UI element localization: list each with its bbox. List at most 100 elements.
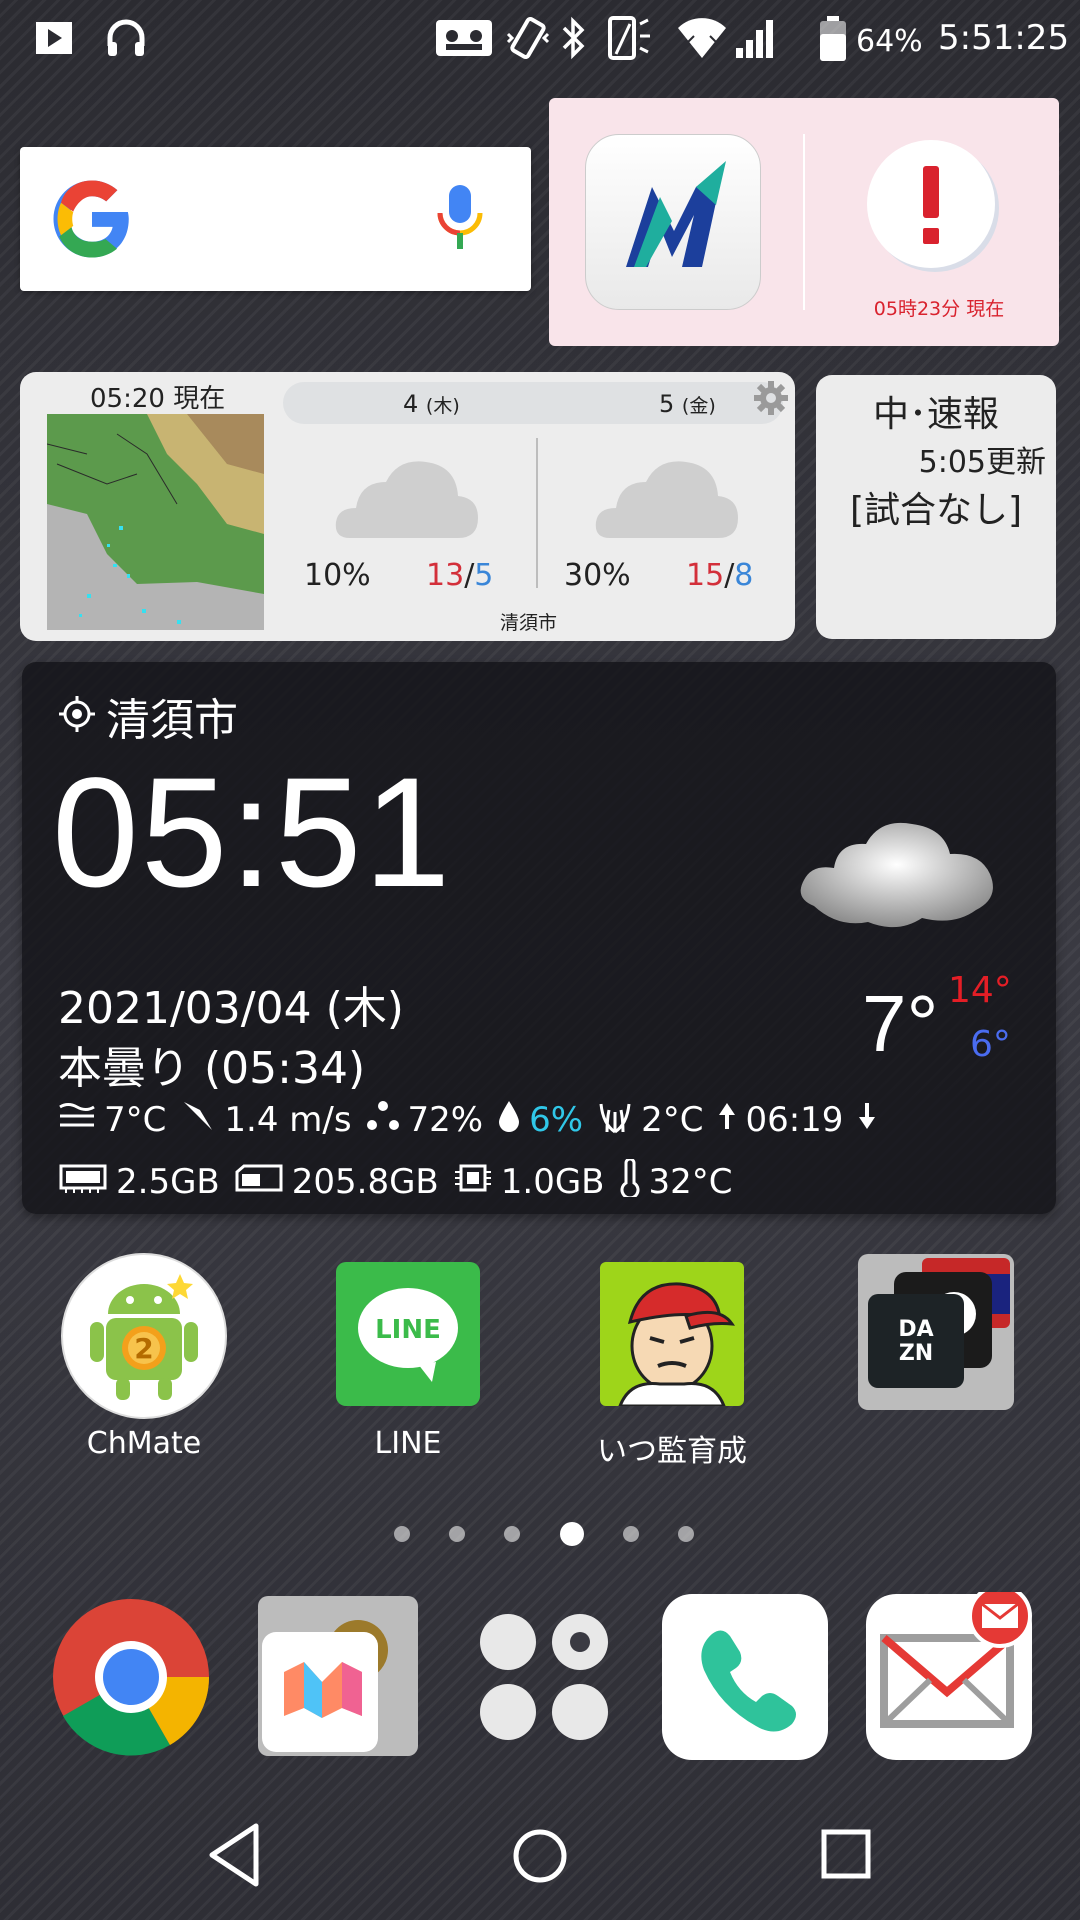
- page-dot[interactable]: [622, 1526, 639, 1542]
- forecast-divider: [536, 438, 538, 588]
- storage-value: 205.8GB: [291, 1162, 439, 1202]
- alert-time: 05時23分 現在: [873, 298, 1005, 320]
- cloud-icon: [332, 452, 482, 542]
- sunrise-stat: 06:19: [717, 1100, 843, 1140]
- gear-icon[interactable]: [753, 380, 789, 416]
- forecast-day-2-temps: 15/8: [686, 558, 753, 593]
- page-dot[interactable]: [677, 1526, 694, 1542]
- forecast-header: 4 (木) 5 (金): [283, 382, 783, 424]
- temp-separator: /: [464, 558, 475, 593]
- microphone-icon[interactable]: [430, 183, 490, 259]
- chmate-icon[interactable]: 2: [60, 1252, 228, 1424]
- forecast-day-1-high: 13: [426, 558, 465, 593]
- humidity-value: 72%: [407, 1100, 484, 1140]
- storage-stat: 205.8GB: [234, 1162, 439, 1203]
- phone-icon[interactable]: [660, 1592, 830, 1762]
- sunrise-arrow-icon: [717, 1100, 745, 1140]
- page-dot-active[interactable]: [559, 1522, 584, 1546]
- app-line[interactable]: LINE LINE: [308, 1250, 508, 1470]
- page-indicator: [394, 1522, 694, 1546]
- chrome-icon[interactable]: [46, 1592, 216, 1762]
- page-dot[interactable]: [504, 1526, 521, 1542]
- dazn-folder-icon[interactable]: DA ZN: [858, 1254, 1014, 1414]
- signal-icon: [734, 14, 780, 62]
- google-search-bar[interactable]: [20, 147, 531, 291]
- forecast-city: 清須市: [500, 612, 558, 634]
- marines-app-icon[interactable]: [585, 134, 761, 310]
- bluetooth-icon: [558, 14, 588, 62]
- recents-button[interactable]: [818, 1826, 874, 1886]
- alert-exclamation-icon[interactable]: [867, 140, 995, 268]
- temp-high: 14°: [948, 970, 1012, 1011]
- battery-temp-stat: 32°C: [619, 1157, 733, 1206]
- cpu-value: 1.0GB: [500, 1162, 605, 1202]
- precip-stat: 6%: [497, 1099, 583, 1142]
- voicemail-icon: [434, 14, 494, 62]
- page-dot[interactable]: [394, 1526, 410, 1542]
- home-button[interactable]: [510, 1826, 570, 1890]
- forecast-day-1-number: 4: [403, 390, 419, 418]
- line-icon[interactable]: LINE: [336, 1262, 480, 1410]
- vibrate-icon: [504, 14, 552, 62]
- temp-low: 6°: [970, 1024, 1011, 1065]
- precip-value: 6%: [529, 1100, 584, 1140]
- headphones-icon: [104, 14, 148, 62]
- memory-icon: [58, 1162, 116, 1203]
- dazn-text-2: ZN: [899, 1341, 933, 1366]
- forecast-day-2: 5 (金): [659, 390, 716, 418]
- battery-saver-icon: [604, 14, 654, 62]
- line-icon-text: LINE: [375, 1315, 441, 1345]
- forecast-day-1: 4 (木): [403, 390, 460, 418]
- app-chmate[interactable]: 2 ChMate: [44, 1250, 244, 1470]
- temp-separator: /: [724, 558, 735, 593]
- thermometer-icon: [619, 1157, 649, 1206]
- humidity-stat: 72%: [366, 1100, 484, 1141]
- location-row[interactable]: 清須市: [58, 688, 238, 746]
- page-dot[interactable]: [449, 1526, 466, 1542]
- app-label: LINE: [374, 1426, 442, 1461]
- clock-weather-widget[interactable]: 清須市 05:51 2021/03/04 (木) 本曇り (05:34) 7° …: [22, 662, 1056, 1214]
- google-g-icon[interactable]: [50, 177, 134, 265]
- cloud-icon: [592, 452, 742, 542]
- status-time: 5:51:25: [938, 18, 1070, 58]
- forecast-day-1-temps: 13/5: [426, 558, 493, 593]
- sunset-stat: [857, 1100, 885, 1140]
- raindrop-icon: [497, 1099, 529, 1142]
- radar-time: 05:20 現在: [90, 384, 226, 414]
- cpu-icon: [453, 1160, 501, 1205]
- mail-icon[interactable]: [864, 1584, 1034, 1762]
- wind-value: 1.4 m/s: [224, 1100, 352, 1140]
- wind-stat: 1.4 m/s: [180, 1098, 352, 1143]
- current-temp: 7°: [862, 979, 939, 1068]
- battery-percent: 64%: [856, 24, 923, 59]
- maps-folder-icon[interactable]: [254, 1592, 424, 1762]
- feels-like-value: 7°C: [104, 1100, 167, 1140]
- forecast-day-2-low: 8: [734, 558, 754, 593]
- forecast-day-1-weekday: (木): [425, 395, 460, 417]
- radar-map-image[interactable]: [47, 414, 264, 630]
- overcast-cloud-icon: [794, 802, 1004, 942]
- baseball-game-status: [試合なし]: [849, 490, 1023, 531]
- app-folder-dazn[interactable]: DA ZN: [836, 1250, 1036, 1470]
- alert-divider: [803, 134, 805, 310]
- navigation-bar: [0, 1800, 1080, 1920]
- battery-icon: [818, 14, 848, 62]
- alert-widget[interactable]: 05時23分 現在: [549, 98, 1059, 346]
- clock-date: 2021/03/04 (木): [58, 983, 404, 1034]
- baseball-score-widget[interactable]: 中･速報 5:05更新 [試合なし]: [816, 375, 1056, 639]
- app-drawer-icon[interactable]: [460, 1592, 630, 1762]
- forecast-day-1-precip: 10%: [304, 558, 371, 593]
- device-stats-row: 2.5GB 205.8GB 1.0GB 32°C: [58, 1154, 747, 1210]
- back-button[interactable]: [204, 1820, 264, 1894]
- clock-time[interactable]: 05:51: [52, 748, 452, 918]
- weather-forecast-widget[interactable]: 05:20 現在 4 (木) 5 (金) 10% 13/5 30% 15/8 清…: [20, 372, 795, 641]
- baseball-manager-icon[interactable]: [600, 1262, 744, 1410]
- baseball-title: 中･速報: [872, 394, 999, 435]
- weather-stats-row: 7°C 1.4 m/s 72% 6% 2°C 06:19: [58, 1092, 899, 1148]
- dew-point-icon: [597, 1098, 641, 1143]
- app-itsukan[interactable]: いつ監育成: [572, 1250, 772, 1470]
- baseball-update-time: 5:05更新: [918, 445, 1046, 480]
- play-icon: [34, 14, 74, 62]
- forecast-day-2-precip: 30%: [564, 558, 631, 593]
- forecast-day-2-high: 15: [686, 558, 725, 593]
